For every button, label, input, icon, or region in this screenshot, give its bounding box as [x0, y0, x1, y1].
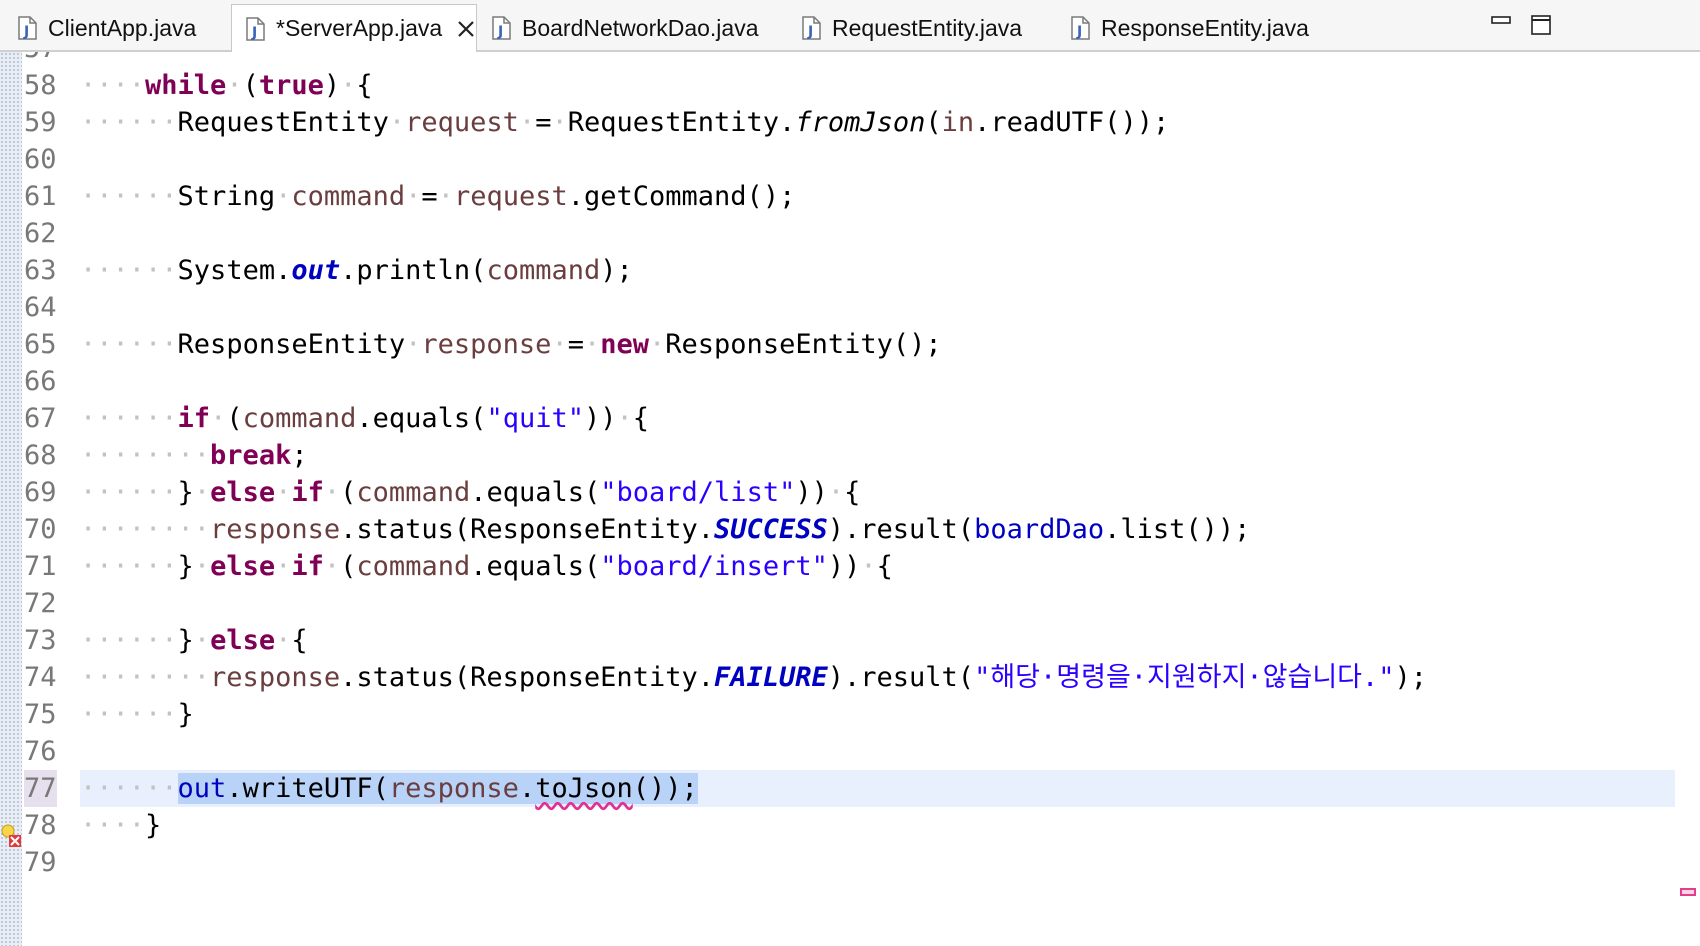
java-file-icon: J: [800, 16, 822, 40]
svg-text:J: J: [497, 24, 503, 40]
tab-label: ResponseEntity.java: [1101, 14, 1309, 41]
close-icon[interactable]: [456, 18, 476, 40]
line-number: 71: [24, 551, 57, 582]
java-file-icon: J: [244, 16, 266, 41]
selected-text[interactable]: out.writeUTF(response.toJson());: [177, 773, 698, 804]
code-area[interactable]: ····while·(true)·{ ······RequestEntity·r…: [80, 52, 1680, 946]
tab-server-app[interactable]: J *ServerApp.java: [231, 4, 477, 52]
tab-client-app[interactable]: J ClientApp.java: [8, 6, 228, 50]
line-number: 61: [24, 181, 57, 212]
code-line-70: ········response.status(ResponseEntity.S…: [80, 514, 1251, 545]
code-line-59: ······RequestEntity·request·=·RequestEnt…: [80, 107, 1170, 138]
line-number: 68: [24, 440, 57, 471]
line-number: 75: [24, 699, 57, 730]
svg-text:J: J: [807, 24, 813, 40]
code-line-63: ······System.out.println(command);: [80, 255, 633, 286]
error-overview-marker-icon[interactable]: [1680, 888, 1696, 896]
svg-text:J: J: [23, 24, 29, 40]
line-number: 67: [24, 403, 57, 434]
line-number: 57: [24, 52, 57, 67]
line-number: 78: [24, 810, 57, 841]
code-line-65: ······ResponseEntity·response·=·new·Resp…: [80, 329, 942, 360]
line-number-gutter: 57 58 59 60 61 62 63 64 65 66 67 68 69 7…: [22, 52, 74, 946]
line-number: 79: [24, 847, 57, 878]
line-number: 60: [24, 144, 57, 175]
tab-request-entity[interactable]: J RequestEntity.java: [800, 6, 1040, 50]
tab-response-entity[interactable]: J ResponseEntity.java: [1069, 6, 1329, 50]
code-line-71: ······}·else·if·(command.equals("board/i…: [80, 551, 893, 582]
line-number: 69: [24, 477, 57, 508]
line-number: 73: [24, 625, 57, 656]
tab-label: RequestEntity.java: [832, 14, 1023, 41]
code-line-69: ······}·else·if·(command.equals("board/l…: [80, 477, 861, 508]
code-line-78: ····}: [80, 810, 162, 841]
error-underlined-token: toJson: [535, 773, 633, 804]
line-number: 64: [24, 292, 57, 323]
editor-tab-bar: J ClientApp.java J *ServerApp.java J Boa…: [0, 0, 1700, 52]
code-editor[interactable]: 57 58 59 60 61 62 63 64 65 66 67 68 69 7…: [0, 52, 1700, 946]
code-line-73: ······}·else·{: [80, 625, 308, 656]
line-number: 74: [24, 662, 57, 693]
code-line-67: ······if·(command.equals("quit"))·{: [80, 403, 650, 434]
annotation-ruler: [0, 52, 22, 946]
maximize-icon[interactable]: [1530, 14, 1552, 36]
java-file-icon: J: [1069, 16, 1091, 40]
code-line-74: ········response.status(ResponseEntity.F…: [80, 662, 1428, 693]
java-file-icon: J: [490, 16, 512, 40]
minimize-icon[interactable]: [1490, 14, 1512, 36]
line-number: 76: [24, 736, 57, 767]
code-line-61: ······String·command·=·request.getComman…: [80, 181, 796, 212]
line-number: 59: [24, 107, 57, 138]
code-line-68: ········break;: [80, 440, 308, 471]
code-line-77: ······out.writeUTF(response.toJson());: [80, 773, 698, 804]
svg-text:J: J: [251, 25, 257, 41]
line-number: 58: [24, 70, 57, 101]
tab-label: BoardNetworkDao.java: [522, 14, 759, 41]
java-file-icon: J: [16, 16, 38, 40]
error-warning-marker-icon[interactable]: [0, 823, 24, 849]
svg-text:J: J: [1076, 24, 1082, 40]
line-number: 70: [24, 514, 57, 545]
line-number: 66: [24, 366, 57, 397]
line-number: 72: [24, 588, 57, 619]
tab-label: ClientApp.java: [48, 14, 197, 41]
tab-label: *ServerApp.java: [276, 15, 443, 41]
code-line-58: ····while·(true)·{: [80, 70, 373, 101]
code-line-75: ······}: [80, 699, 194, 730]
line-number: 65: [24, 329, 57, 360]
line-number-current: 77: [24, 770, 57, 807]
tab-board-network-dao[interactable]: J BoardNetworkDao.java: [486, 6, 766, 50]
line-number: 63: [24, 255, 57, 286]
line-number: 62: [24, 218, 57, 249]
